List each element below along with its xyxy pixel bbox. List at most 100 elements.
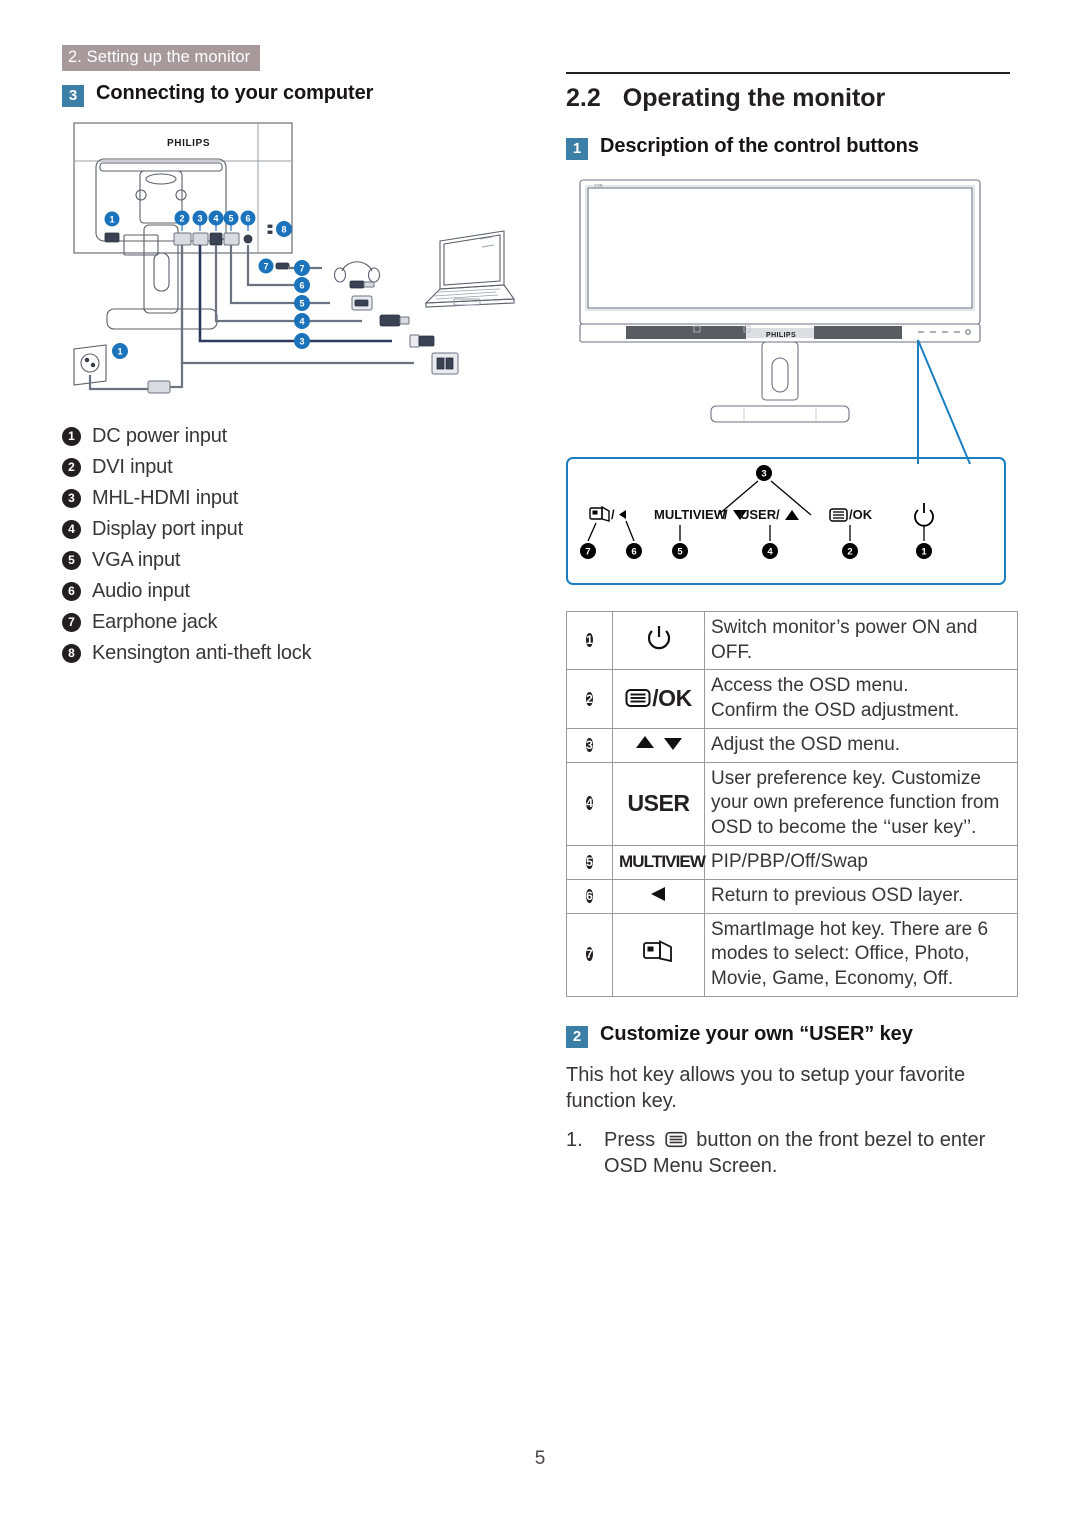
step-text: Press button on the front bezel to enter… [604, 1127, 1018, 1180]
svg-text:MULTIVIEW: MULTIVIEW [654, 507, 727, 522]
page-number: 5 [534, 1448, 546, 1469]
connection-diagram-svg: .ln { fill:none; stroke:#5b5f6b; stroke-… [73, 122, 516, 394]
key-menu-ok: /OK [829, 507, 873, 522]
smartimage-icon [642, 940, 672, 963]
displayport-connector-icon [379, 314, 410, 327]
list-item: 1 DC power input [62, 421, 522, 452]
row-description: Switch monitor’s power ON and OFF. [704, 610, 1018, 671]
svg-text:4: 4 [213, 213, 218, 223]
svg-text:6: 6 [299, 281, 304, 291]
svg-text:USER: USER [740, 507, 777, 522]
row-number-badge: 6 [586, 888, 593, 903]
row-icon-cell: MULTIVIEW [612, 844, 706, 880]
row-icon-cell: USER [612, 761, 705, 846]
svg-text:7: 7 [585, 547, 590, 558]
list-item: 7 Earphone jack [62, 607, 522, 638]
audio-plug-icon [349, 280, 375, 289]
control-buttons-table: 1 Switch monitor’s power ON and OFF. 2 /… [566, 610, 1018, 997]
wall-socket-icon: 1 [73, 245, 184, 394]
multiview-key-label: MULTIVIEW [619, 852, 706, 872]
port-label: DC power input [92, 425, 228, 447]
svg-text:4: 4 [299, 317, 304, 327]
row-number-badge: 1 [586, 633, 593, 648]
osd-menu-icon [665, 1131, 687, 1147]
osd-menu-icon [625, 689, 651, 708]
port-label: Display port input [92, 518, 243, 540]
svg-text:6: 6 [631, 547, 636, 558]
rear-port-callouts: 2 3 4 5 6 [174, 210, 256, 226]
chapter-header-text: 2. Setting up the monitor [68, 48, 251, 66]
row-number-cell: 4 [566, 761, 613, 846]
customize-user-key-prose: This hot key allows you to setup your fa… [566, 1063, 966, 1113]
subhead-label: Description of the control buttons [600, 135, 919, 157]
page-title: 2.2 Operating the monitor [566, 84, 1018, 113]
list-item: 8 Kensington anti-theft lock [62, 638, 522, 669]
port-legend-list: 1 DC power input 2 DVI input 3 MHL-HDMI … [62, 421, 522, 669]
port-number-badge: 6 [62, 582, 81, 601]
row-icon-cell [612, 727, 705, 763]
port-number-badge: 3 [62, 489, 81, 508]
row-number-badge: 7 [586, 947, 593, 962]
step-number: 1. [566, 1128, 583, 1151]
table-row: 2 /OK Access the OSD menu. Confirm the O… [566, 669, 1018, 729]
svg-text:4: 4 [767, 547, 773, 558]
row-description: User preference key. Customize your own … [704, 761, 1018, 846]
hdmi-connector-icon [409, 334, 435, 348]
svg-text:1: 1 [109, 214, 114, 224]
key-multiview-down: MULTIVIEW / [654, 507, 747, 522]
table-row: 1 Switch monitor’s power ON and OFF. [566, 610, 1018, 671]
row-icon-cell: /OK [612, 669, 705, 729]
table-row: 5 MULTIVIEW PIP/PBP/Off/Swap [566, 844, 1018, 880]
control-buttons-callout: .k { font-family:"Liberation Sans",sans-… [566, 457, 1006, 585]
step-text-before: Press [604, 1128, 656, 1151]
row-number-badge: 3 [586, 737, 593, 752]
svg-text:3: 3 [299, 337, 304, 347]
row-number-cell: 5 [566, 844, 613, 880]
svg-text:1: 1 [921, 547, 927, 558]
svg-text:27B: 27B [594, 184, 604, 190]
svg-text:/: / [724, 507, 728, 522]
table-row: 7 SmartImage hot key. There are 6 modes … [566, 912, 1018, 997]
monitor-front-view: .m { fill:none; stroke:#6b7280; stroke-w… [566, 174, 1018, 469]
row-icon-cell [612, 878, 705, 914]
svg-text:7: 7 [263, 261, 268, 271]
table-row: 6 Return to previous OSD layer. [566, 878, 1018, 914]
svg-text:/: / [611, 507, 615, 522]
port-label: Kensington anti-theft lock [92, 642, 312, 664]
document-page: 2. Setting up the monitor 3 Connecting t… [0, 0, 1080, 1527]
row-description: SmartImage hot key. There are 6 modes to… [704, 912, 1018, 997]
port-label: MHL-HDMI input [92, 487, 239, 509]
port-number-badge: 7 [62, 613, 81, 632]
svg-text:3: 3 [197, 213, 202, 223]
row-number-cell: 7 [566, 912, 613, 997]
port-label: Earphone jack [92, 611, 218, 633]
section-label: Operating the monitor [622, 84, 886, 112]
port-label: Audio input [92, 580, 190, 602]
section-number: 2.2 [566, 84, 601, 112]
subhead-label: Customize your own “USER” key [600, 1022, 913, 1045]
subhead-label: Connecting to your computer [96, 82, 374, 104]
key-power [914, 503, 934, 527]
row-number-badge: 4 [586, 796, 593, 811]
table-row: 4 USER User preference key. Customize yo… [566, 761, 1018, 846]
subhead-number-badge: 2 [566, 1025, 588, 1048]
callout-contents-svg: .k { font-family:"Liberation Sans",sans-… [580, 465, 934, 559]
port-label: DVI input [92, 456, 173, 478]
list-item: 5 VGA input [62, 545, 522, 576]
row-number-badge: 2 [586, 691, 593, 706]
list-item: 2 DVI input [62, 452, 522, 483]
svg-text:PHILIPS: PHILIPS [766, 332, 796, 339]
list-item: 3 MHL-HDMI input [62, 483, 522, 514]
port-number-badge: 4 [62, 520, 81, 539]
row-description: PIP/PBP/Off/Swap [704, 844, 1018, 880]
row-number-badge: 5 [586, 854, 593, 869]
subhead-number-badge: 1 [566, 138, 588, 160]
row-icon-text: /OK [652, 684, 692, 711]
dvi-connector-icon [431, 352, 459, 375]
earphone-jack-callout: 7 [258, 258, 290, 274]
row-description: Return to previous OSD layer. [704, 878, 1018, 914]
right-column: 2.2 Operating the monitor 1 Description … [566, 72, 1018, 1180]
svg-text:2: 2 [847, 547, 852, 558]
key-smartimage-left: / [589, 505, 626, 522]
chapter-header-band: 2. Setting up the monitor [62, 45, 261, 71]
